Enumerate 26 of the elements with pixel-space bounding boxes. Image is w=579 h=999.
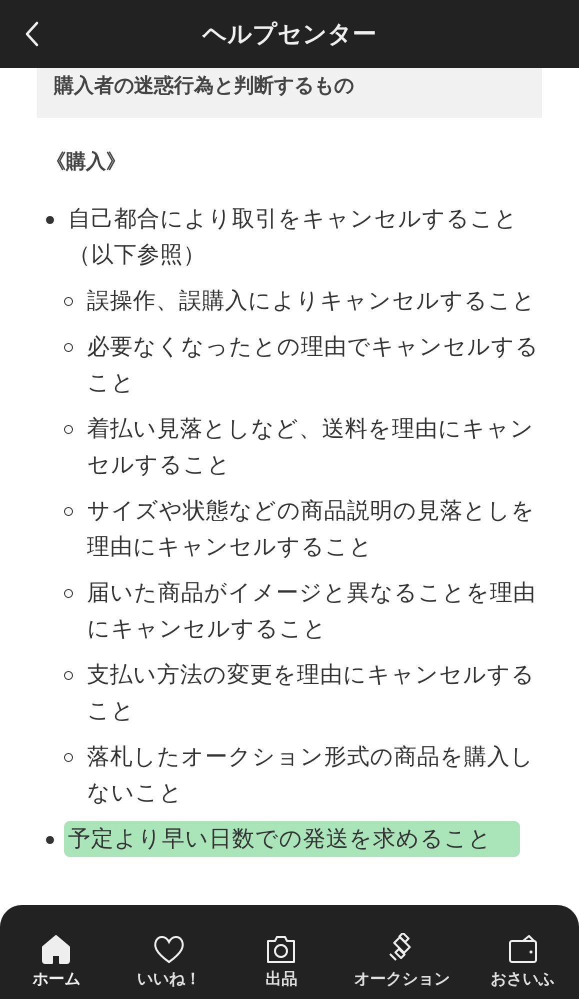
bullet-icon [46,836,54,844]
nav-tab[interactable]: いいね！ [128,933,209,990]
bullet-icon [64,753,73,762]
nav-tab[interactable]: おさいふ [482,933,563,990]
bullet-icon [64,671,73,680]
list-item: 自己都合により取引をキャンセルすること（以下参照） [68,205,519,270]
list-item: 誤操作、誤購入によりキャンセルすること [87,287,536,316]
list-item: 落札したオークション形式の商品を購入しないこと [87,743,535,808]
list-item: 支払い方法の変更を理由にキャンセルすること [87,661,536,726]
nav-tab[interactable]: オークション [354,933,450,990]
bullet-icon [64,507,73,516]
section-heading: 購入者の迷惑行為と判断するもの [37,68,542,118]
bullet-icon [64,297,73,306]
list-item: サイズや状態などの商品説明の見落としを理由にキャンセルすること [87,497,536,562]
subheading: 《購入》 [46,148,126,175]
bullet-icon [64,589,73,598]
bullet-icon [64,343,73,352]
nav-tab[interactable]: 出品 [241,933,322,990]
nav-tab[interactable]: ホーム [16,933,96,990]
list-item: 必要なくなったとの理由でキャンセルすること [87,333,540,398]
highlighted-list-item: 予定より早い日数での発送を求めること [64,821,520,857]
list-item: 届いた商品がイメージと異なることを理由にキャンセルすること [87,579,537,644]
bullet-icon [64,425,73,434]
list-item: 着払い見落としなど、送料を理由にキャンセルすること [87,415,535,480]
header-title: ヘルプセンター [202,19,376,50]
bullet-icon [46,216,54,224]
